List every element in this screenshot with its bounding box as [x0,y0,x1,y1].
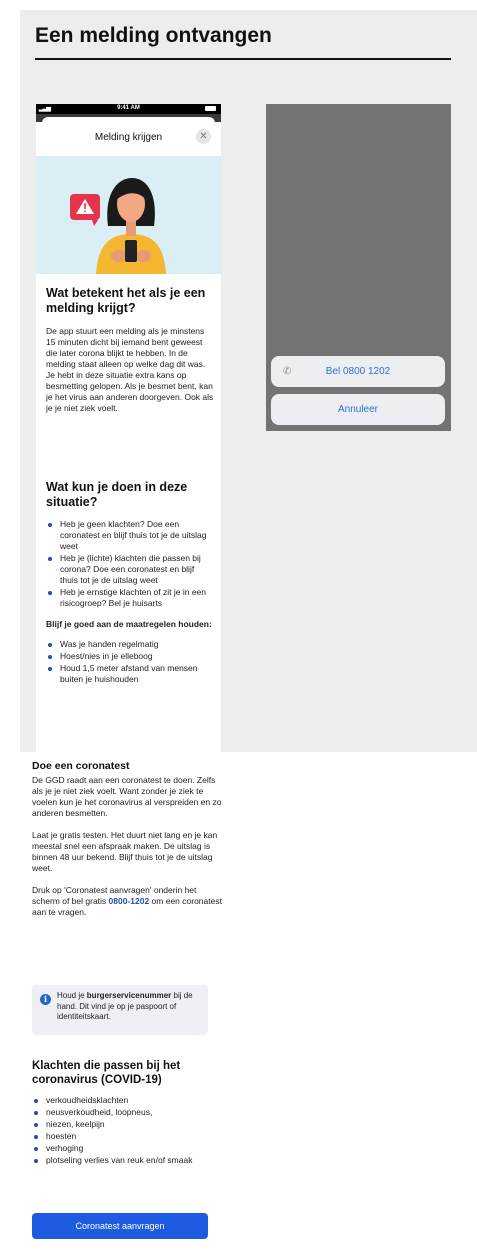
section-heading: Wat betekent het als je een melding krij… [46,286,206,315]
alert-icon [70,194,100,226]
status-time: 9:41 AM [117,105,140,111]
list-item: Heb je geen klachten? Doe een coronatest… [46,519,214,552]
list-item: Heb je ernstige klachten of zit je in ee… [46,587,214,609]
modal-header: Melding krijgen ✕ [36,122,221,156]
advice-list: Heb je geen klachten? Doe een coronatest… [46,519,214,609]
test-para-1: De GGD raadt aan een coronatest te doen.… [32,775,222,818]
modal-title: Melding krijgen [94,132,163,143]
battery-icon [205,106,216,111]
list-item: neusverkoudheid, loopneus, [32,1107,224,1118]
test-para-3: Druk op 'Coronatest aanvragen' onderin h… [32,885,224,918]
section-what-to-do: Wat kun je doen in deze situatie? Heb je… [46,480,214,686]
close-icon[interactable]: ✕ [196,129,211,144]
list-item: Houd 1,5 meter afstand van mensen buiten… [46,663,214,685]
info-text-part: Houd je [57,991,87,1000]
measures-heading: Blijf je goed aan de maatregelen houden: [46,619,212,629]
title-divider [35,58,451,60]
phone-number-link[interactable]: 0800-1202 [109,896,150,906]
test-para-2: Laat je gratis testen. Het duurt niet la… [32,830,218,873]
section-body: De app stuurt een melding als je minsten… [46,326,214,413]
sheet-backdrop [36,114,221,123]
call-label: Bel 0800 1202 [325,366,391,377]
section-heading: Doe een coronatest [32,760,130,772]
section-test: Doe een coronatest De GGD raadt aan een … [32,760,224,918]
section-notification-meaning: Wat betekent het als je een melding krij… [46,286,214,414]
section-heading: Klachten die passen bij het coronavirus … [32,1060,181,1086]
info-box: i Houd je burgerservicenummer bij de han… [32,985,208,1035]
info-text: Houd je burgerservicenummer bij de hand.… [57,991,202,1023]
action-sheet-screen: ✆ Bel 0800 1202 Annuleer [266,104,451,431]
phone-screen: ▂▃▅ 9:41 AM Melding krijgen ✕ Wat beteke… [36,104,221,752]
symptoms-list: verkoudheidsklachten neusverkoudheid, lo… [32,1095,224,1166]
list-item: Was je handen regelmatig [46,639,214,650]
list-item: plotseling verlies van reuk en/of smaak [32,1155,224,1166]
cancel-button[interactable]: Annuleer [271,394,445,425]
list-item: niezen, keelpijn [32,1119,224,1130]
cancel-label: Annuleer [337,404,379,415]
list-item: Heb je (lichte) klachten die passen bij … [46,553,214,586]
list-item: verkoudheidsklachten [32,1095,224,1106]
section-symptoms: Klachten die passen bij het coronavirus … [32,1060,224,1167]
page-title: Een melding ontvangen [35,24,272,47]
request-test-button[interactable]: Coronatest aanvragen [32,1213,208,1239]
call-button[interactable]: ✆ Bel 0800 1202 [271,356,445,387]
list-item: Hoest/nies in je elleboog [46,651,214,662]
phone-icon: ✆ [283,366,292,377]
test-info-screen: Doe een coronatest De GGD raadt aan een … [20,752,230,1242]
status-bar: ▂▃▅ 9:41 AM [36,104,221,114]
measures-list: Was je handen regelmatig Hoest/nies in j… [46,639,214,685]
list-item: hoesten [32,1131,224,1142]
info-text-bold: burgerservicenummer [86,991,172,1000]
info-icon: i [40,994,51,1005]
notification-illustration [36,156,221,274]
list-item: verhoging [32,1143,224,1154]
section-heading: Wat kun je doen in deze situatie? [46,480,188,509]
